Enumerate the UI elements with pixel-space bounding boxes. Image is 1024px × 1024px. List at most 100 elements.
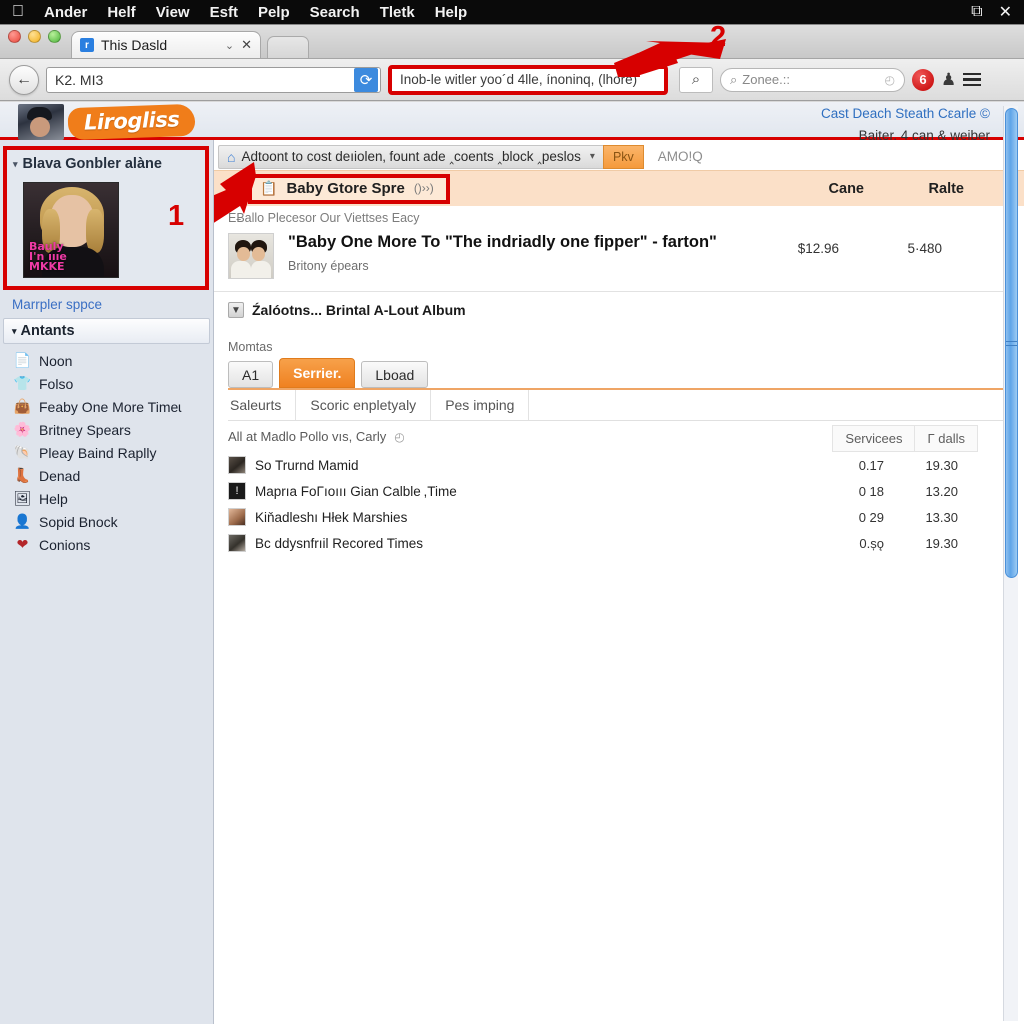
maximize-window-button[interactable] [48, 30, 61, 43]
menu-item-helf[interactable]: Helf [107, 4, 135, 21]
track-thumbnail [228, 456, 246, 474]
chevron-down-icon[interactable]: ⌄ [225, 39, 234, 52]
track-list-header: All at Madlo Pollo vıs, Carly ◴ Servicee… [214, 421, 1024, 452]
track-list-caption: All at Madlo Pollo vıs, Carly [228, 429, 387, 444]
table-row[interactable]: So Trurnd Mamid 0.17 19.30 [214, 452, 1024, 478]
browser-toolbar: ← K2. MI3 ⟳ Inob-le witler yoo´d 4lle, í… [0, 59, 1024, 101]
sidebar-link[interactable]: Marrpler sppce [12, 297, 213, 312]
product-count: 5·480 [907, 241, 942, 256]
hamburger-menu-icon[interactable] [963, 72, 982, 87]
tab-saleurts[interactable]: Saleurts [228, 390, 297, 420]
filter-button-serrier[interactable]: Serrier. [279, 358, 356, 388]
album-art-image[interactable]: Bauly I'n ıııe MKKE [23, 182, 119, 278]
reload-icon[interactable]: ⟳ [354, 67, 378, 92]
filter-button-lboad[interactable]: Lboad [361, 361, 429, 388]
column-button-servicees[interactable]: Servicees [832, 425, 915, 452]
menu-item-tletk[interactable]: Tletk [380, 4, 415, 21]
album-download-line[interactable]: ▼ Źalóotns... Brintal A-Lout Album [214, 292, 1024, 318]
os-menu-status-icons: ⧉ ✕ [971, 2, 1012, 22]
tab-pes-imping[interactable]: Pes imping [431, 390, 530, 420]
close-window-button[interactable] [8, 30, 21, 43]
page-scrollbar[interactable] [1003, 106, 1018, 1021]
page-body: ▾ Blava Gonbler alàne Bauly I'n ıııe MKK… [0, 140, 1024, 1024]
os-menu-bar:  Ander Helf View Esft Pelp Search Tletk… [0, 0, 1024, 24]
highlighted-result-box[interactable]: 📋 Baby Gtore Spre ()››) [248, 173, 450, 204]
track-list-header-buttons: Servicees Γ dalls [832, 425, 978, 452]
band-photo-image [18, 104, 64, 140]
sidebar-item-label: Noon [39, 352, 73, 369]
track-list: So Trurnd Mamid 0.17 19.30 ! Maprıa FoΓı… [214, 452, 1024, 556]
menu-item-search[interactable]: Search [310, 4, 360, 21]
track-name: Maprıa FoΓıoııı Gian Calble ,Time [255, 483, 457, 499]
opera-badge-label: 6 [912, 68, 934, 91]
annotation-arrow-1 [214, 162, 256, 223]
sidebar-item-help[interactable]: 🖼 Help [0, 487, 213, 510]
menu-item-help[interactable]: Help [435, 4, 468, 21]
back-button[interactable]: ← [9, 64, 39, 95]
product-artist: Britony épears [288, 259, 369, 273]
address-bar[interactable]: K2. MI3 ⟳ [46, 66, 381, 93]
sidebar-item-feaby-one-more-time[interactable]: 👜 Feaby One More Timeɩ [0, 395, 213, 418]
product-title[interactable]: "Baby One More To "The indriadly one fip… [288, 233, 1014, 252]
site-brand[interactable]: Lirogliss [18, 103, 196, 141]
favicon-icon: r [80, 38, 94, 52]
clock-icon: ◴ [394, 429, 405, 444]
sidebar-item-sopid-bnock[interactable]: 👤 Sopid Bnock [0, 510, 213, 533]
heart-icon: ❤ [16, 536, 29, 552]
table-row[interactable]: Bc ddysnfrıil Recored Times 0.șǫ 19.30 [214, 530, 1024, 556]
sidebar-section-header[interactable]: ▾ Antants [3, 318, 210, 344]
opera-badge-icon[interactable]: 6 [912, 68, 934, 91]
table-row[interactable]: ! Maprıa FoΓıoııı Gian Calble ,Time 0 18… [214, 478, 1024, 504]
breadcrumb[interactable]: ⌂ Adtoont to cost deıiolen‚ fount ade ‸c… [218, 144, 603, 169]
scrollbar-thumb[interactable] [1005, 108, 1018, 578]
close-tab-icon[interactable]: ✕ [241, 37, 252, 53]
chevron-down-icon[interactable]: ▾ [590, 151, 595, 162]
results-subnote: EɃallo Plecesor Our Viettses Eacy [228, 211, 420, 225]
filter-button-a1[interactable]: A1 [228, 361, 274, 388]
search-icon: ⌕ [730, 71, 738, 87]
tab-scoric-enpletyaly[interactable]: Scoric enpletyaly [296, 390, 432, 420]
sidebar-item-folso[interactable]: 👕 Folso [0, 372, 213, 395]
sidebar-item-label: Denad [39, 467, 81, 484]
minimize-window-button[interactable] [28, 30, 41, 43]
apple-menu-icon[interactable]:  [12, 4, 24, 20]
site-search-input[interactable]: ⌕ Zonee.:: ◴ [720, 67, 905, 92]
browser-window: r This Dasld ⌄ ✕ ← K2. MI3 ⟳ Inob-le wit… [0, 21, 1024, 1024]
track-value-2: 19.30 [925, 535, 958, 551]
table-row[interactable]: Kiňadleshı Hłek Marshies 0 29 13.30 [214, 504, 1024, 530]
browser-tab[interactable]: r This Dasld ⌄ ✕ [71, 31, 261, 58]
sidebar-item-denad[interactable]: 👢 Denad [0, 464, 213, 487]
highlighted-result-row: 🌻 📋 Baby Gtore Spre ()››) Cane Ralte [214, 170, 1024, 206]
menu-item-ander[interactable]: Ander [44, 4, 87, 21]
close-icon[interactable]: ✕ [999, 2, 1012, 22]
sidebar-item-label: Folso [39, 375, 74, 392]
history-clock-icon[interactable]: ◴ [885, 73, 895, 87]
column-button-t-dalls[interactable]: Γ dalls [914, 425, 978, 452]
column-header-cane[interactable]: Cane [829, 181, 864, 197]
sidebar-item-noon[interactable]: 📄 Noon [0, 349, 213, 372]
window-controls [8, 24, 61, 58]
sidebar-item-conions[interactable]: ❤ Conions [0, 533, 213, 556]
track-value-1: 0.șǫ [859, 535, 884, 551]
column-header-ralte[interactable]: Ralte [929, 181, 964, 197]
sidebar-item-pleay-baind-raplly[interactable]: 🐚 Pleay Baind Raplly [0, 441, 213, 464]
triangle-down-icon[interactable]: ▾ [13, 159, 18, 170]
download-icon[interactable]: ▼ [228, 302, 244, 318]
person-icon: 👤 [13, 513, 32, 529]
header-link[interactable]: Cast Deach Steath Cεarle © [821, 106, 990, 121]
site-logo[interactable]: Lirogliss [67, 103, 196, 141]
address-bar-value: K2. MI3 [55, 71, 104, 88]
tab-strip: r This Dasld ⌄ ✕ [0, 25, 1024, 59]
user-profile-icon[interactable]: ♟ [941, 70, 956, 90]
menu-item-esft[interactable]: Esft [210, 4, 238, 21]
sidebar-nav-list: 📄 Noon 👕 Folso 👜 Feaby One More Timeɩ 🌸 … [0, 349, 213, 556]
sidebar-item-britney-spears[interactable]: 🌸 Britney Spears [0, 418, 213, 441]
menu-item-view[interactable]: View [156, 4, 190, 21]
site-search-placeholder: Zonee.:: [742, 72, 790, 87]
product-row[interactable]: "Baby One More To "The indriadly one fip… [214, 225, 1014, 292]
new-tab-button[interactable] [267, 36, 309, 58]
product-price: $12.96 [797, 241, 839, 256]
display-mirror-icon[interactable]: ⧉ [971, 3, 982, 21]
play-button[interactable]: Pkv [602, 144, 644, 169]
menu-item-pelp[interactable]: Pelp [258, 4, 290, 21]
